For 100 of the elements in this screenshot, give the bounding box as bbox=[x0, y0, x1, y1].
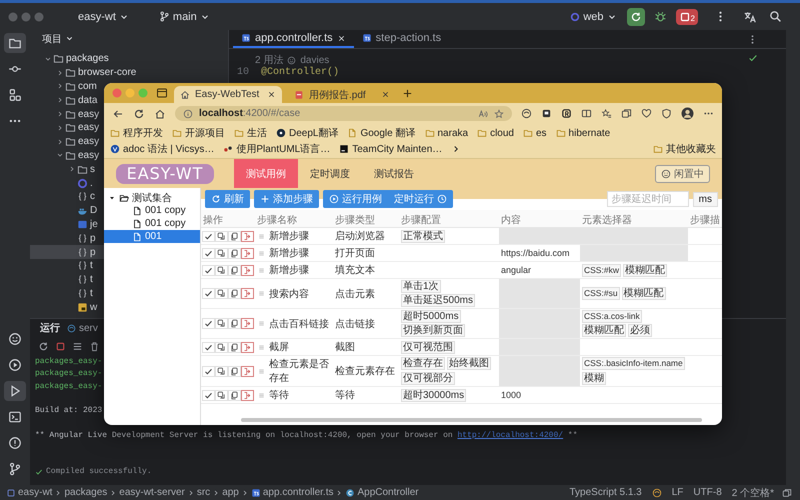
line-separator[interactable]: LF bbox=[672, 487, 684, 498]
project-dropdown[interactable]: easy-wt bbox=[74, 8, 133, 24]
drag-handle-icon[interactable] bbox=[257, 289, 266, 298]
bookmark[interactable]: cloud bbox=[477, 125, 514, 141]
reload-icon[interactable] bbox=[133, 108, 145, 120]
language-indicator[interactable]: TypeScript 5.1.3 bbox=[569, 487, 642, 498]
tree-item[interactable]: p bbox=[30, 231, 104, 246]
bookmark[interactable]: 开源项目 bbox=[172, 125, 225, 141]
tree-item[interactable]: packages bbox=[30, 52, 109, 66]
copy-icon[interactable] bbox=[215, 264, 228, 276]
copy-icon[interactable] bbox=[215, 318, 228, 329]
bookmark[interactable]: naraka bbox=[424, 125, 468, 141]
tree-item[interactable]: t bbox=[30, 286, 104, 300]
check-icon[interactable] bbox=[202, 342, 215, 352]
drag-handle-icon[interactable] bbox=[257, 390, 266, 400]
avatar-icon[interactable] bbox=[681, 107, 694, 120]
insert-icon[interactable] bbox=[241, 318, 254, 329]
read-aloud-icon[interactable] bbox=[478, 108, 488, 118]
list-icon[interactable] bbox=[72, 341, 83, 352]
toolbar-button[interactable]: 运行用例 bbox=[323, 190, 388, 208]
scrollbar[interactable] bbox=[241, 418, 702, 422]
tree-item[interactable]: t bbox=[30, 258, 104, 273]
home-icon[interactable] bbox=[154, 108, 166, 120]
branch-dropdown[interactable]: main bbox=[154, 8, 214, 24]
favorite-icon[interactable] bbox=[494, 108, 504, 118]
tree-item[interactable]: easy bbox=[30, 120, 104, 135]
insert-icon[interactable] bbox=[241, 248, 254, 258]
tree-item[interactable]: data bbox=[30, 93, 104, 108]
editor-tab[interactable]: app.controller.ts bbox=[233, 30, 354, 48]
insert-icon[interactable] bbox=[241, 230, 254, 242]
insert-icon[interactable] bbox=[241, 390, 254, 400]
copy-icon[interactable] bbox=[228, 390, 241, 400]
extension-icon[interactable] bbox=[541, 108, 552, 119]
browser-tab[interactable]: Easy-WebTest bbox=[174, 86, 282, 103]
tree-item[interactable]: s bbox=[30, 162, 104, 176]
suite-tree-item[interactable]: 测试集合 bbox=[104, 191, 200, 204]
breadcrumb[interactable]: easy-wt-server bbox=[119, 487, 185, 498]
breadcrumb[interactable]: src bbox=[196, 487, 210, 498]
bookmark[interactable]: adoc 语法 | Vicsys… bbox=[110, 141, 214, 157]
rerun-icon[interactable] bbox=[38, 341, 49, 352]
breadcrumb[interactable]: packages bbox=[64, 487, 108, 498]
translate-icon[interactable] bbox=[743, 10, 757, 24]
copy-icon[interactable] bbox=[215, 248, 228, 258]
copy-icon[interactable] bbox=[215, 390, 228, 400]
bookmark-folder[interactable]: 其他收藏夹 bbox=[653, 141, 716, 157]
copy-icon[interactable] bbox=[228, 318, 241, 329]
drag-handle-icon[interactable] bbox=[257, 366, 266, 376]
extension-icon[interactable] bbox=[521, 108, 532, 119]
tree-item[interactable]: t bbox=[30, 272, 104, 287]
usages-hint[interactable]: 2 用法 bbox=[255, 53, 284, 67]
tree-item[interactable]: p bbox=[30, 245, 104, 259]
tree-item[interactable]: D bbox=[30, 204, 104, 218]
copy-icon[interactable] bbox=[215, 230, 228, 242]
check-icon[interactable] bbox=[202, 248, 215, 258]
breadcrumb[interactable]: easy-wt bbox=[6, 487, 52, 498]
status-button[interactable]: 闲置中 bbox=[655, 164, 710, 182]
insert-icon[interactable] bbox=[241, 366, 254, 376]
nav-tab[interactable]: 定时调度 bbox=[298, 159, 362, 188]
insert-icon[interactable] bbox=[241, 288, 254, 299]
delay-field[interactable]: 步骤延迟时间 bbox=[606, 191, 689, 207]
console-link[interactable]: http://localhost:4200/ bbox=[457, 430, 564, 440]
tree-item[interactable]: easy bbox=[30, 148, 104, 162]
drag-handle-icon[interactable] bbox=[257, 248, 266, 258]
encoding-indicator[interactable]: UTF-8 bbox=[693, 487, 722, 498]
copy-icon[interactable] bbox=[228, 230, 241, 242]
tree-item[interactable]: easy bbox=[30, 134, 104, 149]
drag-handle-icon[interactable] bbox=[257, 342, 266, 352]
run-tool-button[interactable] bbox=[4, 381, 26, 401]
breadcrumb[interactable]: app.controller.ts bbox=[250, 487, 334, 498]
tree-item[interactable]: c bbox=[30, 190, 104, 204]
toolbar-button[interactable]: 定时运行 bbox=[388, 190, 453, 208]
trash-icon[interactable] bbox=[89, 341, 100, 352]
suite-tree-item[interactable]: 001 copy bbox=[104, 204, 200, 217]
shield-icon[interactable] bbox=[661, 108, 672, 119]
bookmark[interactable]: 生活 bbox=[234, 125, 267, 141]
close-icon[interactable] bbox=[381, 90, 390, 99]
drag-handle-icon[interactable] bbox=[257, 266, 266, 274]
tree-item[interactable]: . bbox=[30, 176, 104, 190]
check-icon[interactable] bbox=[202, 366, 215, 376]
check-icon[interactable] bbox=[202, 230, 215, 242]
favorites-icon[interactable] bbox=[601, 108, 612, 119]
collections-icon[interactable] bbox=[621, 108, 632, 119]
heart-icon[interactable] bbox=[641, 108, 652, 119]
stop-button[interactable]: 2 bbox=[676, 8, 698, 24]
check-icon[interactable] bbox=[202, 288, 215, 299]
search-icon[interactable] bbox=[769, 10, 782, 23]
debug-icon[interactable] bbox=[654, 10, 667, 23]
check-icon[interactable] bbox=[202, 318, 215, 329]
bookmark[interactable]: DeepL翻译 bbox=[276, 125, 338, 141]
stop-icon[interactable] bbox=[55, 341, 66, 352]
tree-item[interactable]: com bbox=[30, 80, 104, 94]
copy-icon[interactable] bbox=[215, 288, 228, 299]
copy-icon[interactable] bbox=[228, 248, 241, 258]
nav-tab[interactable]: 测试报告 bbox=[362, 159, 426, 188]
back-icon[interactable] bbox=[112, 108, 124, 120]
check-icon[interactable] bbox=[202, 264, 215, 276]
copy-icon[interactable] bbox=[215, 342, 228, 352]
drag-handle-icon[interactable] bbox=[257, 232, 266, 240]
suite-tree-item[interactable]: 001 copy bbox=[104, 217, 200, 230]
bookmark[interactable]: Google 翻译 bbox=[347, 125, 416, 141]
